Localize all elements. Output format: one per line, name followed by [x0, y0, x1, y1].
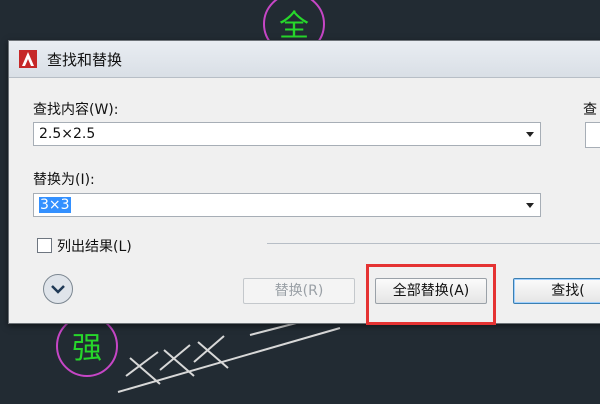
replace-button[interactable]: 替换(R) [243, 278, 355, 304]
dialog-title: 查找和替换 [47, 51, 123, 69]
caret-down-icon[interactable] [526, 132, 534, 137]
expand-options-button[interactable] [43, 274, 73, 304]
list-results-label[interactable]: 列出结果(L) [57, 236, 132, 256]
list-results-checkbox[interactable] [37, 238, 52, 253]
replace-value: 3×3 [39, 197, 71, 213]
dialog-titlebar[interactable]: 查找和替换 [9, 41, 600, 78]
find-replace-dialog: 查找和替换 查找内容(W): 2.5×2.5 查 替换为(I): 3×3 列出结… [8, 40, 600, 324]
chevron-down-icon [51, 285, 65, 294]
hatch-lines [117, 319, 341, 393]
replace-label: 替换为(I): [33, 172, 95, 188]
right-partial-label: 查 [583, 102, 597, 118]
top-glyph: 全 [279, 9, 309, 44]
replace-combobox[interactable]: 3×3 [33, 193, 541, 217]
options-divider [267, 243, 600, 244]
autocad-logo-icon [19, 50, 37, 68]
find-button[interactable]: 查找( [513, 278, 600, 304]
highlight-box [366, 264, 496, 325]
find-label: 查找内容(W): [33, 102, 119, 118]
find-value: 2.5×2.5 [39, 126, 96, 142]
right-partial-control[interactable] [585, 122, 600, 148]
find-combobox[interactable]: 2.5×2.5 [33, 122, 541, 146]
bottom-glyph: 强 [72, 331, 102, 366]
caret-down-icon[interactable] [526, 203, 534, 208]
